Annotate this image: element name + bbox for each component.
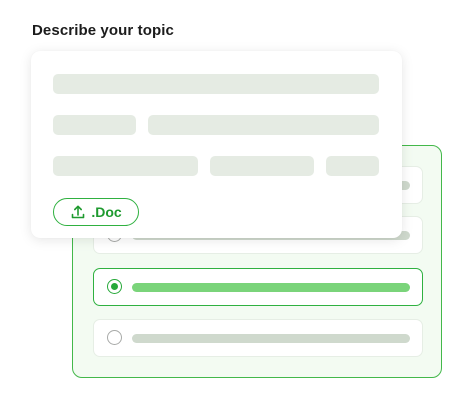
upload-icon: [70, 204, 86, 220]
text-line-placeholder: [53, 74, 379, 94]
text-line-placeholder: [53, 156, 198, 176]
topic-description-card[interactable]: .Doc: [31, 51, 402, 238]
option-text-placeholder: [132, 334, 410, 343]
upload-doc-button[interactable]: .Doc: [53, 198, 139, 226]
text-line-placeholder: [210, 156, 314, 176]
option-text-placeholder: [132, 283, 410, 292]
page-title: Describe your topic: [32, 22, 174, 39]
text-line-placeholder: [326, 156, 379, 176]
upload-doc-label: .Doc: [91, 204, 122, 220]
radio-button-checked[interactable]: [107, 279, 122, 294]
option-3-selected[interactable]: [93, 268, 423, 306]
radio-button[interactable]: [107, 330, 122, 345]
topic-stage: Describe your topic .Doc: [0, 0, 474, 412]
text-line-placeholder: [148, 115, 379, 135]
option-4[interactable]: [93, 319, 423, 357]
text-line-placeholder: [53, 115, 136, 135]
